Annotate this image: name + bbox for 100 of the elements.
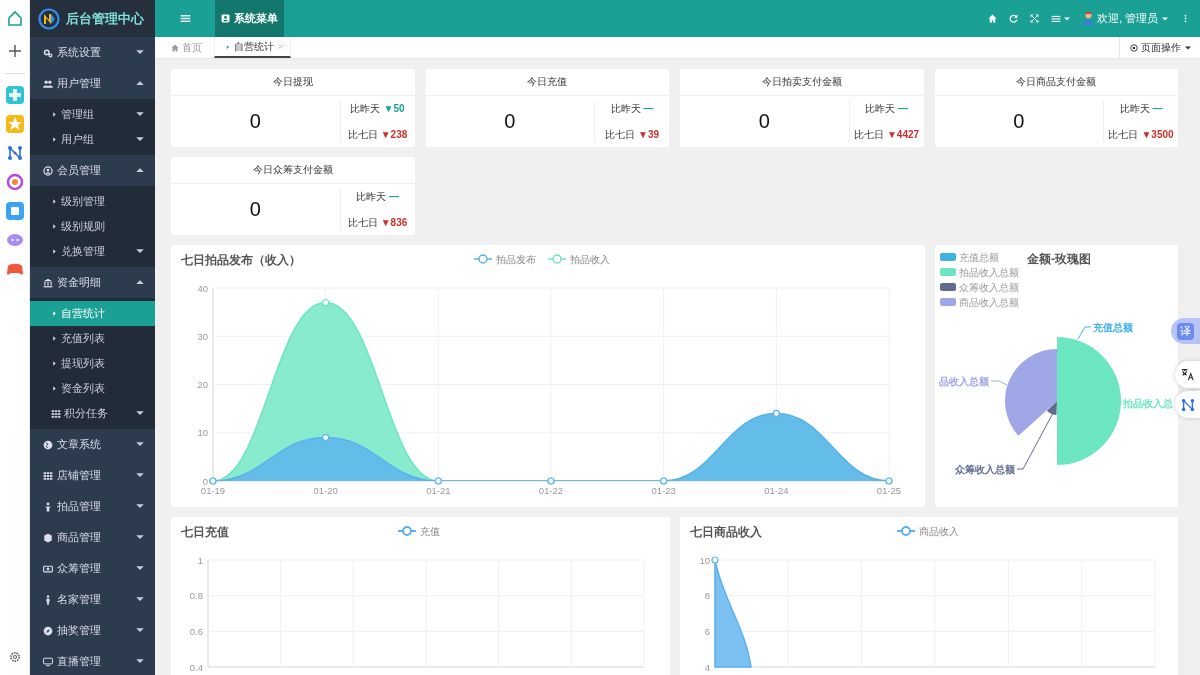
stat-value: 0	[758, 110, 770, 133]
x-axis-label: 01-19	[200, 485, 226, 496]
grid-icon	[51, 408, 61, 419]
submenu-item[interactable]: 积分任务	[30, 401, 155, 426]
legend-swatch[interactable]	[940, 268, 956, 276]
figure-icon	[43, 501, 53, 512]
submenu-label: 资金列表	[61, 381, 105, 396]
sidebar-label: 拍品管理	[57, 499, 101, 514]
leader-line	[990, 380, 1008, 386]
x-axis-label: 01-23	[651, 485, 676, 496]
stat-title: 今日充值	[527, 75, 568, 89]
sidebar-item[interactable]: 用户管理	[30, 68, 155, 99]
sidebar-label: 直播管理	[57, 654, 101, 669]
leader-line	[1077, 326, 1092, 340]
plus-icon[interactable]	[6, 43, 23, 59]
sidebar-item[interactable]: 店铺管理	[30, 460, 155, 491]
y-axis-label: 1	[197, 554, 203, 566]
sidebar-item[interactable]: 众筹管理	[30, 553, 155, 584]
sidebar-item[interactable]: 抽奖管理	[30, 615, 155, 646]
submenu-item[interactable]: 管理组	[30, 102, 155, 127]
compare-label: 比昨天	[865, 101, 895, 116]
compare-label: 比七日	[853, 127, 884, 142]
callout-label: 品收入总额	[939, 376, 989, 387]
submenu-item[interactable]: 用户组	[30, 127, 155, 152]
compare-value: —	[389, 190, 399, 203]
legend-swatch[interactable]	[940, 298, 956, 306]
menu-tab[interactable]: 系统菜单	[215, 0, 284, 37]
legend-swatch[interactable]	[940, 283, 956, 291]
triangle-right-icon	[51, 385, 58, 392]
home-icon	[171, 43, 179, 52]
y-axis-label: 0.6	[189, 625, 203, 637]
user-card-icon	[221, 14, 230, 23]
submenu-label: 提现列表	[61, 356, 105, 371]
fullscreen-icon[interactable]	[1030, 14, 1040, 23]
ring-icon[interactable]	[5, 173, 24, 191]
cross-app-icon[interactable]	[5, 86, 24, 104]
sidebar-label: 商品管理	[57, 530, 101, 545]
sidebar-item[interactable]: 名家管理	[30, 584, 155, 615]
triangle-right-icon	[51, 360, 58, 367]
submenu-label: 管理组	[61, 107, 94, 122]
legend-label[interactable]: 商品收入	[918, 525, 959, 537]
y-axis-label: 40	[197, 282, 208, 294]
logo-icon	[38, 7, 60, 30]
y-axis-label: 0.8	[189, 590, 203, 602]
sidebar-item[interactable]: 文章系统	[30, 429, 155, 460]
close-icon[interactable]	[277, 43, 284, 50]
compare-value: —	[898, 102, 908, 115]
triangle-right-icon	[51, 223, 58, 230]
menu-icon[interactable]	[1051, 13, 1062, 24]
submenu-label: 积分任务	[64, 406, 108, 421]
submenu-item[interactable]: 级别管理	[30, 189, 155, 214]
settings-icon[interactable]	[8, 651, 21, 663]
triangle-right-icon	[51, 136, 58, 143]
sidebar-item[interactable]: 直播管理	[30, 646, 155, 675]
compare-value: —	[643, 102, 654, 115]
stat-value: 0	[249, 198, 261, 221]
stat-value: 0	[249, 110, 261, 133]
home-icon[interactable]	[6, 10, 23, 26]
sidebar-item[interactable]: 商品管理	[30, 522, 155, 553]
submenu-label: 级别规则	[61, 219, 105, 234]
stat-title: 今日商品支付金额	[1016, 75, 1097, 89]
legend-icon[interactable]	[895, 526, 916, 536]
stat-value: 0	[504, 110, 516, 133]
user-circle-icon	[43, 165, 53, 176]
triangle-right-icon	[51, 248, 58, 255]
legend-swatch[interactable]	[940, 253, 956, 261]
y-axis-label: 10	[698, 554, 710, 566]
compare-label: 比七日	[347, 215, 378, 230]
submenu-item[interactable]: 资金列表	[30, 376, 155, 401]
x-axis-label: 01-21	[426, 485, 451, 496]
submenu-item[interactable]: 兑换管理	[30, 239, 155, 264]
sidebar-label: 店铺管理	[57, 468, 101, 483]
compare-value: ▼836	[380, 216, 408, 229]
x-axis-label: 01-22	[538, 485, 564, 496]
submenu-item[interactable]: 提现列表	[30, 351, 155, 376]
legend-label[interactable]: 拍品收入	[570, 253, 610, 265]
legend-icon[interactable]	[473, 254, 493, 264]
home-icon[interactable]	[988, 14, 998, 23]
legend-label[interactable]: 拍品发布	[496, 253, 536, 265]
building-icon	[43, 277, 53, 288]
submenu-item[interactable]: 充值列表	[30, 326, 155, 351]
compare-value: ▼238	[380, 128, 408, 141]
refresh-icon[interactable]	[1009, 14, 1019, 23]
app-title: 后台管理中心	[66, 9, 144, 28]
network-icon[interactable]	[5, 144, 24, 162]
compare-label: 比七日	[347, 127, 378, 142]
sidebar-label: 会员管理	[57, 163, 101, 178]
sidebar-item[interactable]: 资金明细	[30, 267, 155, 298]
sidebar-item[interactable]: 系统设置	[30, 37, 155, 68]
star-icon[interactable]	[5, 115, 24, 133]
triangle-right-icon	[51, 335, 58, 342]
x-axis-label: 01-20	[313, 485, 338, 496]
submenu-item[interactable]: 级别规则	[30, 214, 155, 239]
sidebar-item[interactable]: 会员管理	[30, 155, 155, 186]
legend-label[interactable]: 充值	[420, 525, 440, 537]
sidebar-item[interactable]: 拍品管理	[30, 491, 155, 522]
sidebar-label: 资金明细	[57, 275, 101, 290]
legend-icon[interactable]	[397, 526, 417, 536]
chat-bubble-icon[interactable]	[5, 231, 24, 249]
chip-icon[interactable]	[5, 202, 24, 220]
